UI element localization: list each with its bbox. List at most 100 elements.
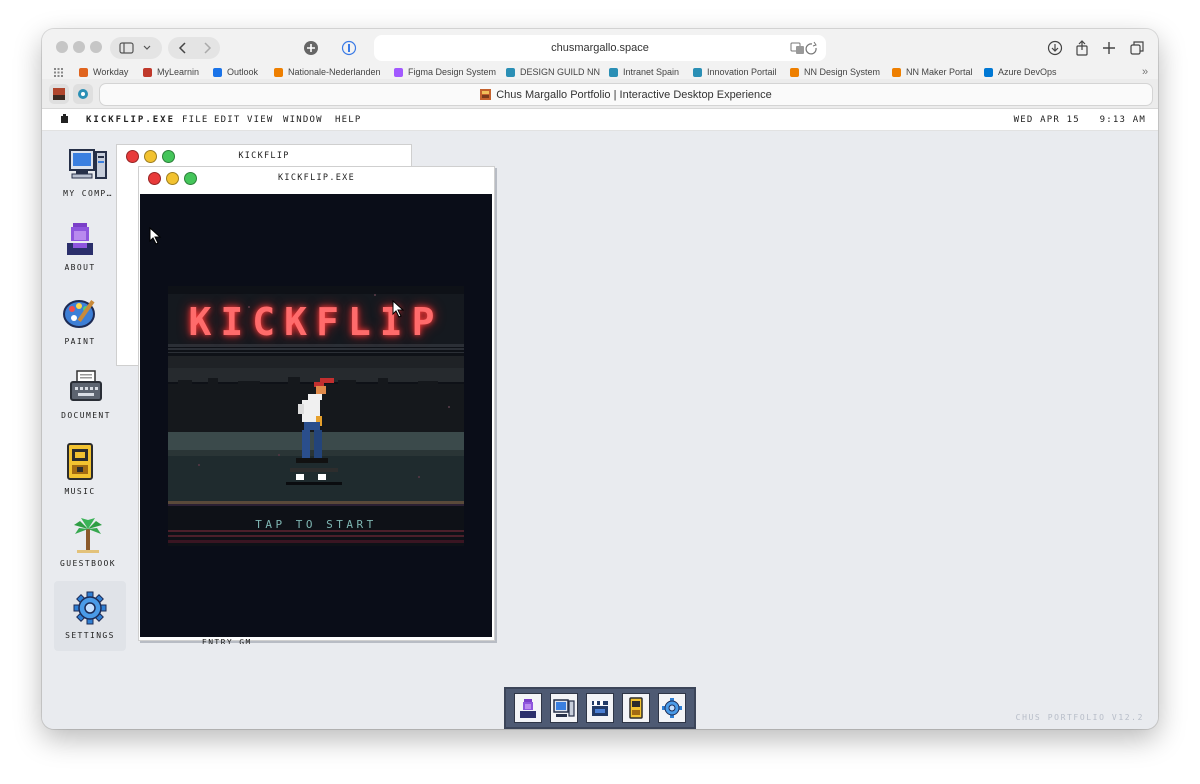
bookmark-nationale-nederlanden[interactable]: Nationale-Nederlanden (274, 65, 381, 79)
menu-window[interactable]: WINDOW (283, 115, 323, 125)
dock-item-music[interactable] (622, 693, 650, 723)
bookmark-azure-devops[interactable]: Azure DevOps (984, 65, 1057, 79)
dock-item-settings[interactable] (658, 693, 686, 723)
desktop-icon-my-computer[interactable]: MY COMP… (52, 147, 124, 215)
close-window-button[interactable] (56, 41, 68, 53)
app-name[interactable]: KICKFLIP.EXE (86, 115, 175, 125)
extension-button[interactable] (300, 37, 322, 59)
desktop-icon-guestbook[interactable]: GUESTBOOK (52, 517, 124, 585)
menu-file[interactable]: FILE (182, 115, 208, 125)
plus-circle-icon (304, 41, 318, 55)
desktop: MY COMP… ABOUT PAINT DOCUMENT MUSIC GUES… (42, 131, 1158, 729)
browser-toolbar: chusmargallo.space (42, 29, 1158, 65)
desktop-icon-about[interactable]: ABOUT (44, 221, 116, 289)
menu-help[interactable]: HELP (335, 115, 361, 125)
bookmark-outlook[interactable]: Outlook (213, 65, 258, 79)
nn-icon (790, 67, 799, 77)
cassette-icon (67, 443, 93, 480)
pinned-tab[interactable] (73, 84, 93, 104)
game-logo: KICKFLIP (188, 300, 444, 344)
share-button[interactable] (1071, 37, 1093, 59)
outlook-icon (213, 67, 222, 77)
bookmark-label: Intranet Spain (623, 67, 680, 77)
address-bar[interactable]: chusmargallo.space (374, 35, 826, 61)
dock (504, 687, 696, 729)
window-kickflip-exe[interactable]: KICKFLIP.EXE KICKFLIP TAP TO START (138, 166, 495, 641)
cursor-icon (149, 227, 162, 245)
tab-overview-button[interactable] (1126, 37, 1148, 59)
desktop-icon-paint[interactable]: PAINT (44, 295, 116, 363)
version-label: CHUS PORTFOLIO V12.2 (1015, 713, 1144, 722)
bookmark-label: Innovation Portail (707, 67, 777, 77)
window-titlebar[interactable]: KICKFLIP.EXE (139, 167, 494, 189)
sidebar-toggle-button[interactable] (110, 37, 162, 59)
bookmark-label: Azure DevOps (998, 67, 1057, 77)
desktop-icon-document[interactable]: DOCUMENT (50, 369, 122, 437)
user-icon (520, 699, 536, 718)
innovation-icon (693, 67, 702, 77)
os-logo-icon[interactable] (60, 114, 69, 126)
active-tab[interactable]: Chus Margallo Portfolio | Interactive De… (99, 83, 1153, 106)
figma-icon (394, 67, 403, 77)
desktop-icon-music[interactable]: MUSIC (44, 443, 116, 511)
pinned-site-icon (53, 88, 65, 100)
back-icon[interactable] (178, 42, 186, 54)
palette-icon (63, 300, 95, 328)
more-bookmarks-icon[interactable]: » (1142, 65, 1148, 79)
dock-item-video[interactable] (586, 693, 614, 723)
bookmark-innovation[interactable]: Innovation Portail (693, 65, 777, 79)
bookmarks-bar: Workday MyLearnin Outlook Nationale-Nede… (42, 65, 1158, 79)
desktop-icon-label: PAINT (64, 337, 96, 346)
privacy-report-button[interactable] (338, 37, 360, 59)
desktop-icon-label: ABOUT (64, 263, 96, 272)
menu-view[interactable]: VIEW (247, 115, 273, 125)
computer-icon (69, 149, 107, 179)
guild-icon (506, 67, 515, 77)
desktop-icon-label: DOCUMENT (61, 411, 111, 420)
share-icon (1076, 40, 1088, 56)
desktop-icon-label: SETTINGS (65, 631, 115, 640)
bookmark-figma[interactable]: Figma Design System (394, 65, 496, 79)
game-canvas[interactable]: KICKFLIP TAP TO START (140, 194, 492, 637)
bookmark-intranet[interactable]: Intranet Spain (609, 65, 679, 79)
pinned-site-icon (78, 89, 88, 99)
translate-reload-icons (790, 41, 817, 55)
bookmark-label: MyLearnin (157, 67, 200, 77)
typewriter-icon (70, 370, 102, 401)
forward-icon[interactable] (204, 42, 212, 54)
clapper-icon (592, 701, 608, 716)
bookmark-design-guild[interactable]: DESIGN GUILD NN (506, 65, 600, 79)
partially-hidden-label: ENTRY GM (202, 638, 252, 644)
azure-icon (984, 67, 993, 77)
computer-icon (553, 699, 575, 717)
bookmark-label: Workday (93, 67, 129, 77)
new-tab-button[interactable] (1098, 37, 1120, 59)
browser-window: chusmargallo.space Workday MyLearnin Out… (42, 29, 1158, 729)
bookmark-label: NN Design System (804, 67, 881, 77)
bookmark-nn-maker[interactable]: NN Maker Portal (892, 65, 973, 79)
pinned-tab[interactable] (49, 84, 69, 104)
zoom-window-button[interactable] (90, 41, 102, 53)
window-title: KICKFLIP.EXE (277, 173, 355, 183)
site-favicon-icon (480, 89, 492, 100)
menu-edit[interactable]: EDIT (214, 115, 240, 125)
desktop-icon-settings[interactable]: SETTINGS (54, 581, 126, 651)
bookmark-mylearning[interactable]: MyLearnin (143, 65, 199, 79)
gear-icon (662, 698, 682, 718)
tap-to-start-prompt[interactable]: TAP TO START (168, 518, 464, 531)
downloads-button[interactable] (1044, 37, 1066, 59)
bookmark-nn-design-system[interactable]: NN Design System (790, 65, 880, 79)
window-titlebar[interactable]: KICKFLIP (117, 145, 411, 167)
palm-tree-icon (74, 518, 102, 553)
nn-icon (892, 67, 901, 77)
game-scene[interactable]: KICKFLIP TAP TO START (168, 286, 464, 546)
tabs-icon (1130, 41, 1144, 55)
bookmark-workday[interactable]: Workday (79, 65, 128, 79)
apps-grid-icon[interactable] (54, 65, 63, 79)
desktop-icon-label: MY COMP… (63, 189, 113, 198)
dock-item-computer[interactable] (550, 693, 578, 723)
dock-item-about[interactable] (514, 693, 542, 723)
gear-icon (73, 591, 107, 625)
url-text: chusmargallo.space (551, 42, 649, 54)
minimize-window-button[interactable] (73, 41, 85, 53)
